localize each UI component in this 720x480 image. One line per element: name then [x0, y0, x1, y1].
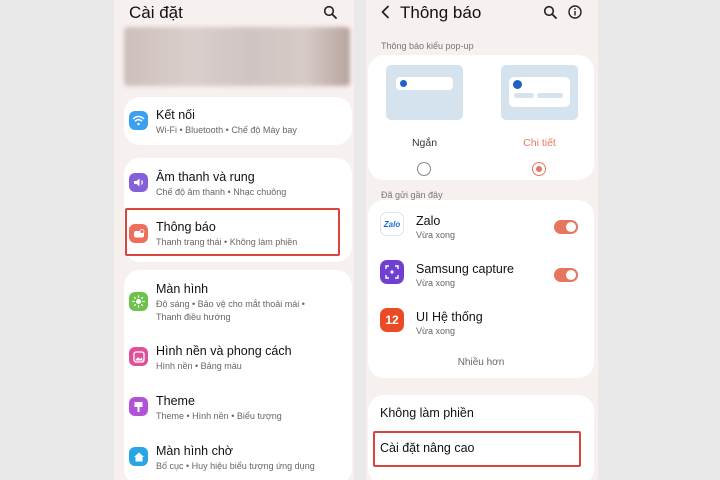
settings-item-title: Màn hình chờ	[156, 444, 233, 458]
settings-item-display[interactable]: Màn hình Độ sáng • Bảo vệ cho mắt thoải …	[124, 270, 352, 332]
info-icon[interactable]	[566, 3, 584, 21]
brief-preview-image	[386, 65, 463, 120]
toggle-zalo[interactable]	[554, 220, 578, 234]
sound-icon	[129, 173, 148, 192]
app-name: Zalo	[416, 214, 441, 228]
settings-group-connections: Kết nối Wi-Fi • Bluetooth • Chế độ Máy b…	[124, 97, 352, 145]
notifications-screen: Thông báo Thông báo kiểu pop-up Ngắn Chi	[366, 0, 598, 480]
settings-group-display: Màn hình Độ sáng • Bảo vệ cho mắt thoải …	[124, 270, 352, 480]
settings-item-subtitle: Chế độ âm thanh • Nhạc chuông	[156, 187, 287, 197]
settings-item-wallpaper[interactable]: Hình nền và phong cách Hình nền • Bảng m…	[124, 332, 352, 382]
settings-item-home-screen[interactable]: Màn hình chờ Bố cục • Huy hiệu biểu tượn…	[124, 432, 352, 480]
account-banner-blurred[interactable]	[124, 27, 350, 86]
radio-brief[interactable]	[417, 162, 431, 176]
more-button[interactable]: Nhiều hơn	[368, 357, 594, 368]
recent-section-label: Đã gửi gần đây	[381, 190, 443, 200]
popup-section-label: Thông báo kiểu pop-up	[381, 41, 474, 51]
settings-item-subtitle-line2: Thanh điều hướng	[156, 312, 231, 322]
app-row-samsung-capture[interactable]: Samsung capture Vừa xong	[368, 248, 594, 296]
settings-screen: Cài đặt Kết nối Wi-Fi • Bluetooth • Chế …	[114, 0, 354, 480]
settings-item-title: Màn hình	[156, 282, 209, 296]
detailed-preview-image	[501, 65, 578, 120]
back-icon[interactable]	[376, 3, 394, 21]
settings-item-connections[interactable]: Kết nối Wi-Fi • Bluetooth • Chế độ Máy b…	[124, 97, 352, 145]
app-time: Vừa xong	[416, 326, 456, 336]
settings-item-subtitle: Độ sáng • Bảo vệ cho mắt thoải mái •	[156, 299, 305, 309]
settings-item-title: Âm thanh và rung	[156, 170, 255, 184]
app-row-zalo[interactable]: Zalo Zalo Vừa xong	[368, 200, 594, 248]
settings-item-title: Hình nền và phong cách	[156, 344, 292, 358]
home-screen-icon	[129, 447, 148, 466]
page-title: Cài đặt	[129, 3, 183, 22]
system-ui-icon: 12	[380, 308, 404, 332]
app-time: Vừa xong	[416, 230, 456, 240]
radio-detailed[interactable]	[532, 162, 546, 176]
zalo-icon: Zalo	[380, 212, 404, 236]
toggle-samsung-capture[interactable]	[554, 268, 578, 282]
popup-option-label: Ngắn	[411, 137, 438, 149]
popup-option-label: Chi tiết	[523, 137, 556, 149]
highlight-box-notifications	[125, 208, 340, 256]
app-name: Samsung capture	[416, 262, 514, 276]
popup-style-card: Ngắn Chi tiết	[368, 55, 594, 180]
settings-header: Cài đặt	[114, 0, 354, 26]
settings-item-title: Theme	[156, 394, 195, 408]
do-not-disturb-item[interactable]: Không làm phiền	[380, 406, 474, 420]
wifi-icon	[129, 111, 148, 130]
settings-item-title: Kết nối	[156, 108, 195, 122]
app-name: UI Hệ thống	[416, 310, 483, 324]
wallpaper-icon	[129, 347, 148, 366]
app-time: Vừa xong	[416, 278, 456, 288]
settings-item-subtitle: Bố cục • Huy hiệu biểu tượng ứng dụng	[156, 461, 315, 471]
popup-option-detailed[interactable]: Chi tiết	[501, 65, 578, 176]
notifications-header: Thông báo	[366, 0, 598, 26]
settings-item-subtitle: Theme • Hình nền • Biểu tượng	[156, 411, 282, 421]
popup-option-brief[interactable]: Ngắn	[386, 65, 463, 176]
search-icon[interactable]	[541, 3, 559, 21]
highlight-box-advanced-settings	[373, 431, 581, 467]
page-title: Thông báo	[400, 3, 482, 22]
settings-item-subtitle: Wi-Fi • Bluetooth • Chế độ Máy bay	[156, 125, 297, 135]
app-row-system-ui[interactable]: 12 UI Hệ thống Vừa xong	[368, 296, 594, 344]
search-icon[interactable]	[321, 3, 339, 21]
display-icon	[129, 292, 148, 311]
settings-item-subtitle: Hình nền • Bảng màu	[156, 361, 242, 371]
settings-item-theme[interactable]: Theme Theme • Hình nền • Biểu tượng	[124, 382, 352, 432]
theme-icon	[129, 397, 148, 416]
settings-item-sound[interactable]: Âm thanh và rung Chế độ âm thanh • Nhạc …	[124, 158, 352, 208]
samsung-capture-icon	[380, 260, 404, 284]
recent-apps-card: Zalo Zalo Vừa xong Samsung capture Vừa x…	[368, 200, 594, 378]
